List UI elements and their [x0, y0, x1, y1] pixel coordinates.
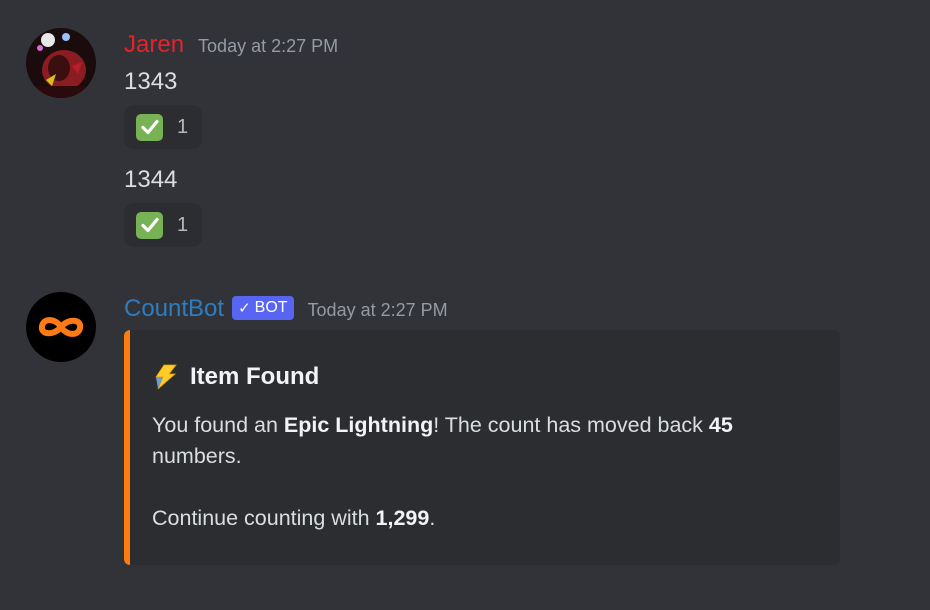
- item-name: Epic Lightning: [283, 413, 434, 437]
- white-check-mark-icon: [136, 113, 163, 141]
- timestamp: Today at 2:27 PM: [307, 300, 448, 320]
- embed-description: You found an Epic Lightning! The count h…: [152, 410, 812, 534]
- embed-text: .: [429, 506, 436, 530]
- reaction-count: 1: [177, 115, 189, 138]
- white-check-mark-icon: [136, 211, 163, 239]
- move-back-amount: 45: [708, 413, 733, 437]
- reaction-button[interactable]: 1: [124, 105, 202, 149]
- reaction-button[interactable]: 1: [124, 203, 202, 247]
- user-avatar-image: [26, 28, 96, 98]
- bot-tag: ✓ BOT: [232, 296, 294, 320]
- embed: Item Found You found an Epic Lightning! …: [124, 330, 840, 565]
- embed-line-1: You found an Epic Lightning! The count h…: [152, 410, 812, 472]
- message-header: Jaren Today at 2:27 PM: [124, 30, 338, 60]
- username[interactable]: Jaren: [124, 30, 184, 60]
- infinity-icon: [26, 292, 96, 362]
- embed-line-2: Continue counting with 1,299.: [152, 503, 812, 534]
- avatar[interactable]: [26, 28, 96, 98]
- verified-check-icon: ✓: [238, 300, 251, 317]
- chat-view: Jaren Today at 2:27 PM 1343 1 1344 1 Cou…: [0, 0, 930, 610]
- timestamp: Today at 2:27 PM: [198, 36, 339, 56]
- embed-text: numbers.: [152, 444, 242, 468]
- reaction-count: 1: [177, 213, 189, 236]
- embed-title: Item Found: [152, 362, 319, 392]
- message-text: 1343: [124, 68, 178, 95]
- username[interactable]: CountBot: [124, 294, 224, 324]
- embed-accent-bar: [124, 330, 130, 565]
- embed-text: ! The count has moved back: [433, 413, 709, 437]
- embed-text: You found an: [152, 413, 284, 437]
- embed-text: Continue counting with: [152, 506, 376, 530]
- message-header: CountBot ✓ BOT Today at 2:27 PM: [124, 294, 448, 324]
- embed-title-text: Item Found: [190, 363, 320, 390]
- lightning-icon: [155, 364, 177, 390]
- avatar[interactable]: [26, 292, 96, 362]
- next-number: 1,299: [375, 506, 430, 530]
- message-text: 1344: [124, 166, 178, 193]
- bot-tag-label: BOT: [254, 299, 288, 316]
